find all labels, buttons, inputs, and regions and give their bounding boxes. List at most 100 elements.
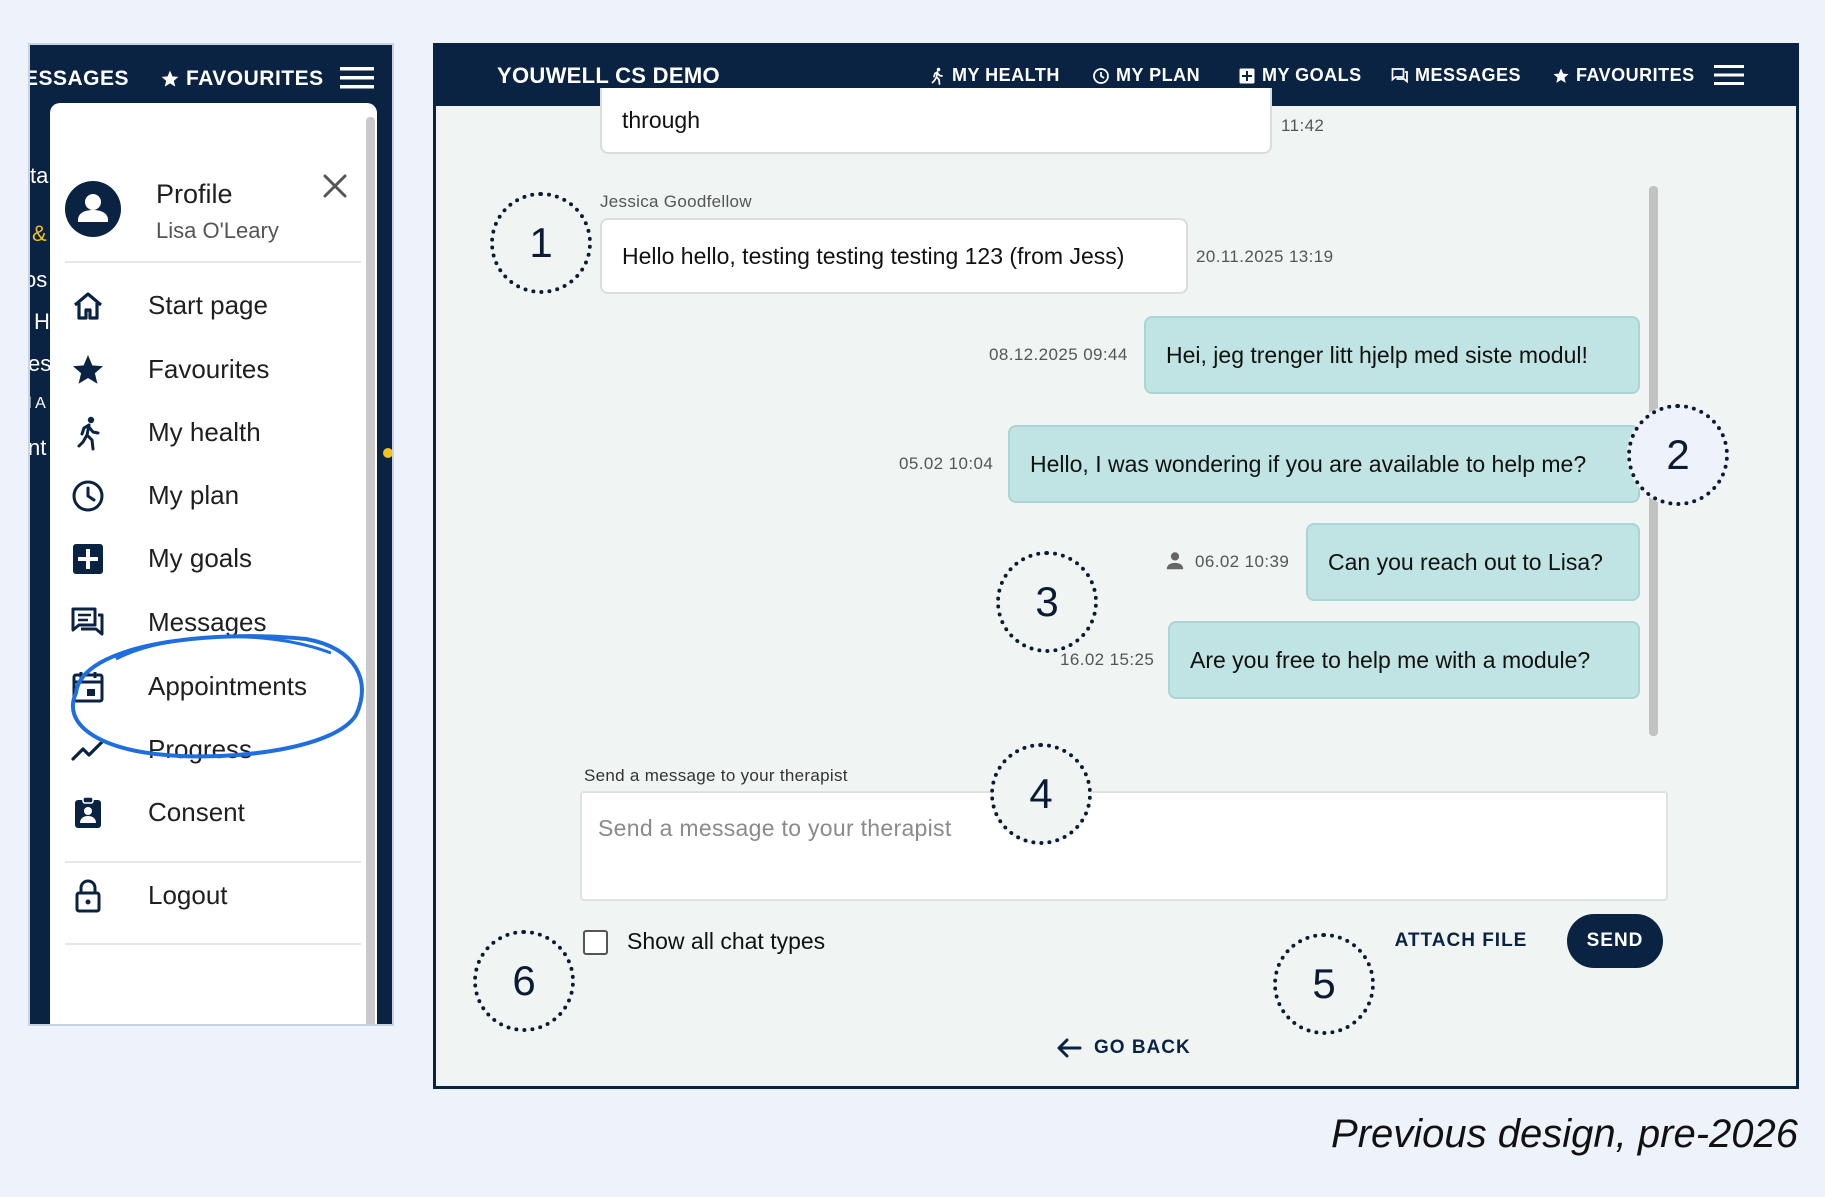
- background-text-fragment: ta: [30, 163, 49, 188]
- message-input[interactable]: [580, 791, 1668, 901]
- message-bubble-incoming: Hello hello, testing testing testing 123…: [600, 218, 1188, 294]
- person-icon: [1166, 552, 1184, 570]
- highlight-ring: [70, 634, 364, 759]
- message-timestamp: 06.02 10:39: [1195, 552, 1290, 571]
- top-nav-favourites[interactable]: FAVOURITES: [160, 67, 324, 91]
- avatar[interactable]: [65, 181, 121, 237]
- menu-item-logout[interactable]: Logout: [50, 868, 360, 924]
- background-text-fragment: os: [30, 267, 48, 292]
- message-timestamp: 20.11.2025 13:19: [1196, 247, 1334, 266]
- menu-item-label: Logout: [148, 880, 228, 910]
- message-text: through: [622, 106, 701, 133]
- navigation-drawer: Profile Lisa O'Leary Start page Favourit…: [50, 103, 377, 1024]
- annotation-marker: 6: [473, 930, 575, 1032]
- menu-item-label: My goals: [148, 543, 253, 573]
- annotation-marker: 5: [1273, 933, 1375, 1035]
- message-bubble-outgoing: Can you reach out to Lisa?: [1306, 523, 1640, 601]
- menu-item-label: My health: [148, 417, 261, 447]
- figure-caption: Previous design, pre-2026: [1331, 1112, 1798, 1156]
- goals-icon: [1239, 68, 1255, 83]
- hamburger-menu-icon[interactable]: [340, 65, 374, 91]
- mobile-top-bar: ESSAGES FAVOURITES: [30, 45, 392, 107]
- app-title[interactable]: YOUWELL CS DEMO: [497, 63, 720, 89]
- send-button[interactable]: SEND: [1567, 914, 1663, 968]
- home-icon: [73, 292, 103, 320]
- star-icon: [73, 355, 103, 384]
- show-all-chat-types-label[interactable]: Show all chat types: [627, 928, 825, 955]
- message-timestamp: 05.02 10:04: [899, 454, 994, 473]
- message-sender: Jessica Goodfellow: [600, 192, 752, 211]
- nav-label: MESSAGES: [1415, 65, 1522, 85]
- close-icon[interactable]: [322, 173, 348, 199]
- menu-item-my-health[interactable]: My health: [50, 405, 360, 461]
- message-text: Hello hello, testing testing testing 123…: [622, 242, 1125, 269]
- message-text: Can you reach out to Lisa?: [1328, 548, 1603, 575]
- walking-icon: [931, 67, 943, 85]
- top-nav-messages-fragment[interactable]: ESSAGES: [30, 67, 129, 91]
- nav-messages[interactable]: MESSAGES: [1391, 65, 1521, 86]
- star-icon: [161, 70, 179, 87]
- message-text: Hei, jeg trenger litt hjelp med siste mo…: [1166, 341, 1588, 368]
- badge-icon: [75, 796, 101, 828]
- profile-title[interactable]: Profile: [156, 179, 233, 210]
- star-icon: [1553, 68, 1569, 83]
- mobile-menu-screenshot: ESSAGES FAVOURITES ta & os H es l A nt P…: [28, 43, 394, 1026]
- menu-item-my-goals[interactable]: My goals: [50, 531, 360, 587]
- go-back-label: GO BACK: [1094, 1037, 1191, 1058]
- menu-item-label: Start page: [148, 290, 268, 320]
- message-bubble-incoming: through: [600, 88, 1272, 154]
- annotation-marker: 2: [1627, 404, 1729, 506]
- menu-item-start-page[interactable]: Start page: [50, 278, 360, 334]
- menu-item-label: My plan: [148, 480, 240, 510]
- notification-dot: [383, 448, 392, 458]
- arrow-left-icon: [1057, 1038, 1082, 1058]
- person-icon: [78, 194, 108, 222]
- hamburger-menu-icon[interactable]: [1714, 64, 1744, 86]
- goals-icon: [73, 544, 103, 574]
- compose-field-label: Send a message to your therapist: [584, 766, 848, 785]
- message-bubble-outgoing: Hello, I was wondering if you are availa…: [1008, 425, 1640, 503]
- nav-label: MY HEALTH: [952, 65, 1060, 85]
- background-text-fragment: l A: [28, 395, 46, 412]
- go-back-button[interactable]: GO BACK: [1056, 1028, 1191, 1068]
- attach-file-button[interactable]: ATTACH FILE: [1386, 914, 1536, 968]
- nav-my-plan[interactable]: MY PLAN: [1092, 65, 1200, 86]
- drawer-divider: [65, 261, 361, 263]
- menu-item-label: Favourites: [148, 354, 270, 384]
- drawer-divider: [65, 861, 361, 863]
- top-nav-favourites-label: FAVOURITES: [186, 67, 324, 90]
- message-bubble-outgoing: Hei, jeg trenger litt hjelp med siste mo…: [1144, 316, 1640, 394]
- background-text-fragment: &: [32, 221, 47, 246]
- menu-item-my-plan[interactable]: My plan: [50, 468, 360, 524]
- clock-icon: [1093, 67, 1109, 84]
- nav-label: MY GOALS: [1262, 65, 1362, 85]
- show-all-chat-types-checkbox[interactable]: [583, 930, 608, 955]
- nav-label: FAVOURITES: [1576, 65, 1695, 85]
- message-timestamp: 16.02 15:25: [1060, 650, 1155, 669]
- annotation-marker: 4: [990, 743, 1092, 845]
- desktop-chat-screenshot: YOUWELL CS DEMO MY HEALTH MY PLAN MY GOA…: [433, 43, 1799, 1089]
- lock-icon: [75, 879, 101, 913]
- drawer-scrollbar[interactable]: [366, 117, 375, 1024]
- annotation-marker: 1: [490, 192, 592, 294]
- message-timestamp: 08.12.2025 09:44: [989, 345, 1128, 364]
- menu-item-label: Consent: [148, 797, 245, 827]
- annotation-marker: 3: [996, 551, 1098, 653]
- chat-icon: [1391, 67, 1408, 83]
- menu-item-consent[interactable]: Consent: [50, 785, 360, 841]
- nav-my-goals[interactable]: MY GOALS: [1238, 65, 1362, 86]
- profile-user-name: Lisa O'Leary: [156, 218, 279, 243]
- message-timestamp: 11:42: [1281, 116, 1325, 135]
- background-text-fragment: es: [28, 351, 52, 376]
- message-bubble-outgoing: Are you free to help me with a module?: [1168, 621, 1640, 699]
- background-text-fragment: H: [34, 309, 50, 334]
- message-text: Are you free to help me with a module?: [1190, 646, 1591, 673]
- drawer-divider: [65, 943, 361, 945]
- walking-icon: [77, 416, 100, 451]
- nav-favourites[interactable]: FAVOURITES: [1552, 65, 1695, 86]
- clock-icon: [72, 480, 104, 512]
- message-text: Hello, I was wondering if you are availa…: [1030, 450, 1587, 477]
- menu-item-favourites[interactable]: Favourites: [50, 342, 360, 398]
- nav-my-health[interactable]: MY HEALTH: [928, 65, 1060, 86]
- background-text-fragment: nt: [28, 435, 47, 460]
